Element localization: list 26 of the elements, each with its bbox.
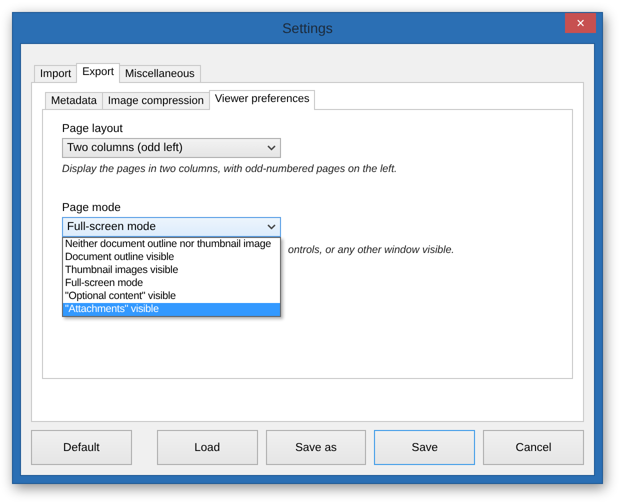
tab[interactable]: Viewer preferences	[208, 90, 316, 110]
tab[interactable]: Image compression	[102, 92, 210, 109]
tab[interactable]: Miscellaneous	[118, 65, 201, 82]
dropdown[interactable]: Two columns (odd left)	[62, 138, 281, 158]
close-button[interactable]: ✕	[565, 13, 596, 33]
field-label: Page layout	[62, 123, 124, 135]
description-text: Display the pages in two columns, with odd-numbered pages on the left.	[62, 163, 398, 175]
description-text: ontrols, or any other window visible.	[288, 244, 456, 256]
dropdown-option[interactable]: Full-screen mode	[63, 277, 280, 290]
dialog-button[interactable]: Save	[374, 430, 476, 465]
tab[interactable]: Export	[76, 63, 120, 83]
dialog-button[interactable]: Load	[156, 430, 258, 465]
chevron-down-icon	[267, 224, 276, 230]
dropdown-option[interactable]: Document outline visible	[63, 251, 280, 264]
dialog-button[interactable]: Cancel	[483, 430, 584, 465]
dialog-button[interactable]: Save as	[266, 430, 366, 465]
tab[interactable]: Metadata	[45, 92, 103, 109]
dropdown-option[interactable]: "Optional content" visible	[63, 290, 280, 303]
field-label: Page mode	[62, 202, 122, 214]
dropdown-option[interactable]: Neither document outline nor thumbnail image	[63, 238, 280, 251]
tab[interactable]: Import	[34, 65, 78, 82]
chevron-down-icon	[267, 145, 276, 151]
dropdown[interactable]: Full-screen mode	[62, 217, 281, 237]
window-title: Settings	[282, 20, 333, 36]
dropdown-option[interactable]: Thumbnail images visible	[63, 264, 280, 277]
dialog-button[interactable]: Default	[31, 430, 132, 465]
